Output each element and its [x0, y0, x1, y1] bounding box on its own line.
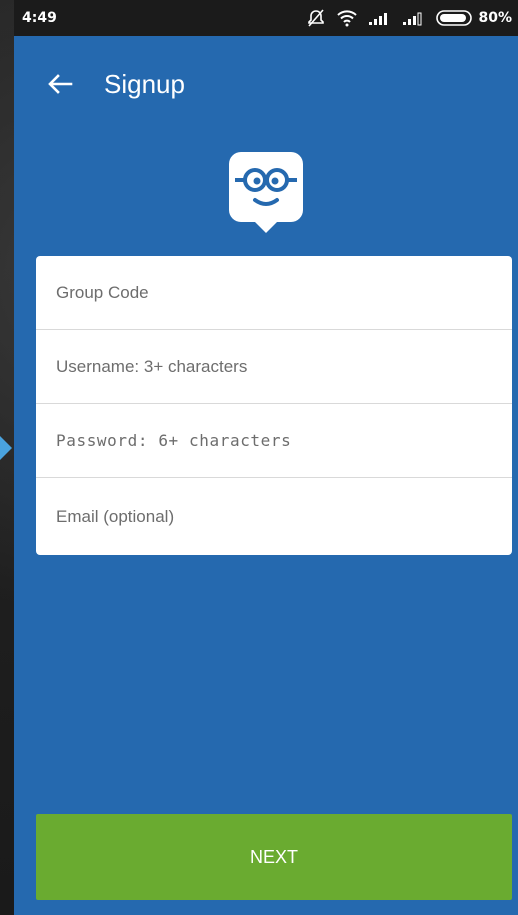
logo-container	[14, 150, 518, 234]
wifi-icon	[337, 10, 358, 27]
battery-icon	[436, 10, 473, 26]
back-arrow-icon	[48, 74, 73, 94]
edmodo-logo-icon	[229, 152, 303, 233]
username-field[interactable]: Username: 3+ characters	[36, 330, 512, 404]
email-placeholder: Email (optional)	[56, 506, 175, 526]
signal-icon	[369, 13, 388, 25]
mute-icon	[308, 9, 325, 27]
password-placeholder: Password: 6+ characters	[56, 431, 292, 450]
signal-icon-2	[403, 12, 422, 26]
side-pointer-icon	[0, 436, 12, 460]
next-button[interactable]: NEXT	[36, 814, 512, 900]
battery-indicator: 80%	[436, 10, 512, 26]
next-button-label: NEXT	[249, 846, 298, 867]
status-time: 4:49	[22, 10, 57, 26]
phone-screen: 4:49 80% Signup Group Code Username: 3+ …	[14, 0, 518, 915]
app-toolbar: Signup	[14, 36, 518, 132]
status-icons: 80%	[306, 8, 512, 28]
signup-form: Group Code Username: 3+ characters Passw…	[36, 256, 512, 555]
back-button[interactable]	[38, 62, 82, 106]
group-code-field[interactable]: Group Code	[36, 256, 512, 330]
page-title: Signup	[104, 68, 185, 99]
status-bar: 4:49 80%	[14, 0, 518, 36]
username-placeholder: Username: 3+ characters	[56, 356, 248, 376]
password-field[interactable]: Password: 6+ characters	[36, 404, 512, 478]
group-code-placeholder: Group Code	[56, 282, 149, 302]
email-field[interactable]: Email (optional)	[36, 478, 512, 555]
battery-level: 80%	[478, 10, 512, 26]
